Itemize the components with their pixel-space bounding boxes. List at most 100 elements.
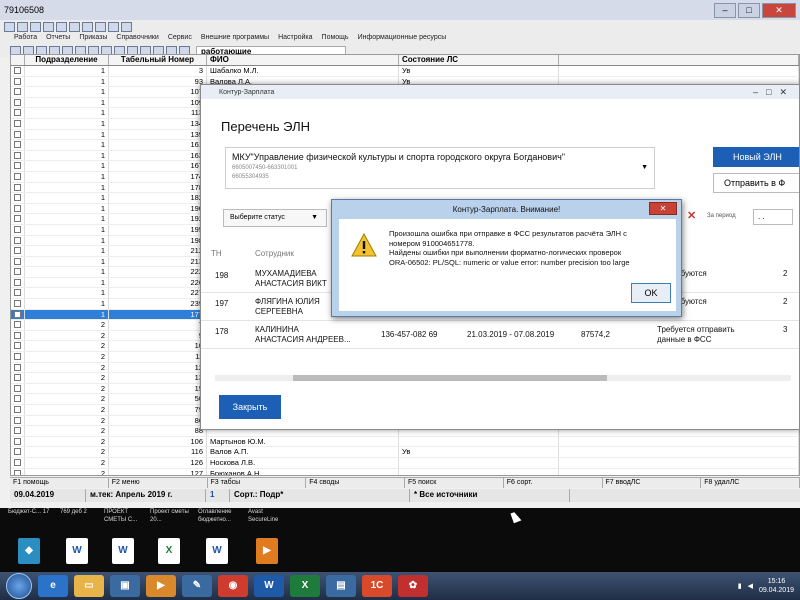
table-row[interactable]: 2 127 Брюханов А.Н. xyxy=(11,468,799,475)
row-checkbox-cell[interactable] xyxy=(11,309,25,320)
row-checkbox-cell[interactable] xyxy=(11,203,25,214)
grid-header-cell[interactable]: Табельный Номер xyxy=(109,55,207,65)
media-icon[interactable]: ▣ xyxy=(110,575,140,597)
row-checkbox[interactable] xyxy=(14,321,21,329)
maximize-button[interactable]: □ xyxy=(738,2,760,18)
avast-secureline-icon[interactable]: ▶ xyxy=(256,538,278,564)
toolbar-icon[interactable] xyxy=(43,22,54,32)
budget-app-icon[interactable]: ◆ xyxy=(18,538,40,564)
row-checkbox[interactable] xyxy=(14,225,21,233)
chrome-icon[interactable]: ◉ xyxy=(218,575,248,597)
ie-icon[interactable]: e xyxy=(38,575,68,597)
row-checkbox[interactable] xyxy=(14,109,21,117)
minimize-icon[interactable]: – xyxy=(753,87,758,98)
row-checkbox-cell[interactable] xyxy=(11,66,25,76)
row-checkbox[interactable] xyxy=(14,353,21,361)
function-key[interactable]: F8 удалЛС xyxy=(701,478,800,488)
function-key[interactable]: F1 помощь xyxy=(10,478,109,488)
row-checkbox-cell[interactable] xyxy=(11,426,25,436)
app-icon[interactable]: ✿ xyxy=(398,575,428,597)
desktop-label[interactable]: Проект сметы 20... xyxy=(150,508,194,524)
grid-header-cell[interactable]: ФИО xyxy=(207,55,399,65)
row-checkbox-cell[interactable] xyxy=(11,373,25,383)
toolbar-icon[interactable] xyxy=(82,22,93,32)
organization-select[interactable]: МКУ"Управление физической культуры и спо… xyxy=(225,147,655,189)
row-checkbox[interactable] xyxy=(14,98,21,106)
excel-icon[interactable]: X xyxy=(290,575,320,597)
row-checkbox-cell[interactable] xyxy=(11,405,25,415)
row-checkbox[interactable] xyxy=(14,342,21,350)
row-checkbox-cell[interactable] xyxy=(11,161,25,171)
row-checkbox-cell[interactable] xyxy=(11,76,25,87)
desktop-label[interactable]: Бюджет-С... 17 xyxy=(8,508,58,516)
row-checkbox[interactable] xyxy=(14,300,21,308)
menu-item[interactable]: Работа xyxy=(14,34,37,44)
row-checkbox-cell[interactable] xyxy=(11,288,25,299)
toolbar-icon[interactable] xyxy=(108,22,119,32)
row-checkbox[interactable] xyxy=(14,77,21,85)
grid-header-cell[interactable]: Подразделение xyxy=(25,55,109,65)
menu-item[interactable]: Приказы xyxy=(79,34,107,44)
desktop-label[interactable]: Оглавление бюджетно... xyxy=(198,508,244,524)
row-checkbox-cell[interactable] xyxy=(11,256,25,267)
media-player-icon[interactable]: ▶ xyxy=(146,575,176,597)
row-checkbox[interactable] xyxy=(14,130,21,138)
row-checkbox[interactable] xyxy=(14,469,21,475)
row-checkbox-cell[interactable] xyxy=(11,224,25,235)
function-key[interactable]: F7 вводЛС xyxy=(603,478,702,488)
row-checkbox-cell[interactable] xyxy=(11,320,25,330)
row-checkbox[interactable] xyxy=(14,204,21,212)
row-checkbox[interactable] xyxy=(14,395,21,403)
horizontal-scrollbar[interactable] xyxy=(215,375,791,381)
row-checkbox[interactable] xyxy=(14,268,21,276)
row-checkbox-cell[interactable] xyxy=(11,246,25,256)
toolbar-icon[interactable] xyxy=(56,22,67,32)
row-checkbox-cell[interactable] xyxy=(11,277,25,288)
toolbar-icon[interactable] xyxy=(30,22,41,32)
row-checkbox-cell[interactable] xyxy=(11,235,25,246)
row-checkbox[interactable] xyxy=(14,406,21,413)
function-key[interactable]: F6 сорт. xyxy=(504,478,603,488)
1c-icon[interactable]: 1С xyxy=(362,575,392,597)
row-checkbox-cell[interactable] xyxy=(11,97,25,108)
function-key[interactable]: F3 табсы xyxy=(208,478,307,488)
menu-item[interactable]: Сервис xyxy=(168,34,192,44)
network-icon[interactable]: ▮ xyxy=(738,582,742,590)
row-checkbox-cell[interactable] xyxy=(11,129,25,140)
row-checkbox-cell[interactable] xyxy=(11,214,25,224)
row-checkbox[interactable] xyxy=(14,427,21,435)
row-checkbox-cell[interactable] xyxy=(11,267,25,277)
close-icon[interactable]: ✕ xyxy=(779,87,787,98)
word-doc-icon[interactable]: W xyxy=(206,538,228,564)
row-checkbox[interactable] xyxy=(14,183,21,191)
table-row[interactable]: 2 106 Мартынов Ю.М. xyxy=(11,436,799,448)
toolbar-icon[interactable] xyxy=(17,22,28,32)
row-checkbox-cell[interactable] xyxy=(11,383,25,394)
minimize-button[interactable]: – xyxy=(714,2,736,18)
menu-item[interactable]: Внешние программы xyxy=(201,34,269,44)
volume-icon[interactable]: ◀ xyxy=(748,582,753,590)
desktop-label[interactable]: Avast SecureLine xyxy=(248,508,292,524)
row-checkbox[interactable] xyxy=(14,162,21,170)
clear-filter-icon[interactable]: ✕ xyxy=(687,209,696,222)
row-checkbox[interactable] xyxy=(14,278,21,286)
excel-doc-icon[interactable]: X xyxy=(158,538,180,564)
row-checkbox-cell[interactable] xyxy=(11,150,25,161)
table-row[interactable]: 1 3 Шабалко М.Л. Ув xyxy=(11,66,799,77)
row-checkbox[interactable] xyxy=(14,236,21,244)
folder-icon[interactable]: ▤ xyxy=(326,575,356,597)
row-checkbox-cell[interactable] xyxy=(11,118,25,129)
explorer-icon[interactable]: ▭ xyxy=(74,575,104,597)
close-button[interactable]: Закрыть xyxy=(219,395,281,419)
menu-item[interactable]: Отчеты xyxy=(46,34,70,44)
row-checkbox[interactable] xyxy=(14,257,21,265)
row-checkbox-cell[interactable] xyxy=(11,352,25,362)
paint-icon[interactable]: ✎ xyxy=(182,575,212,597)
row-checkbox-cell[interactable] xyxy=(11,447,25,457)
menu-item[interactable]: Помощь xyxy=(322,34,349,44)
new-eln-button[interactable]: Новый ЭЛН xyxy=(713,147,799,167)
row-checkbox[interactable] xyxy=(14,67,21,74)
ok-button[interactable]: OK xyxy=(631,283,671,303)
row-checkbox[interactable] xyxy=(14,384,21,392)
dialog-close-button[interactable]: ✕ xyxy=(649,202,677,215)
